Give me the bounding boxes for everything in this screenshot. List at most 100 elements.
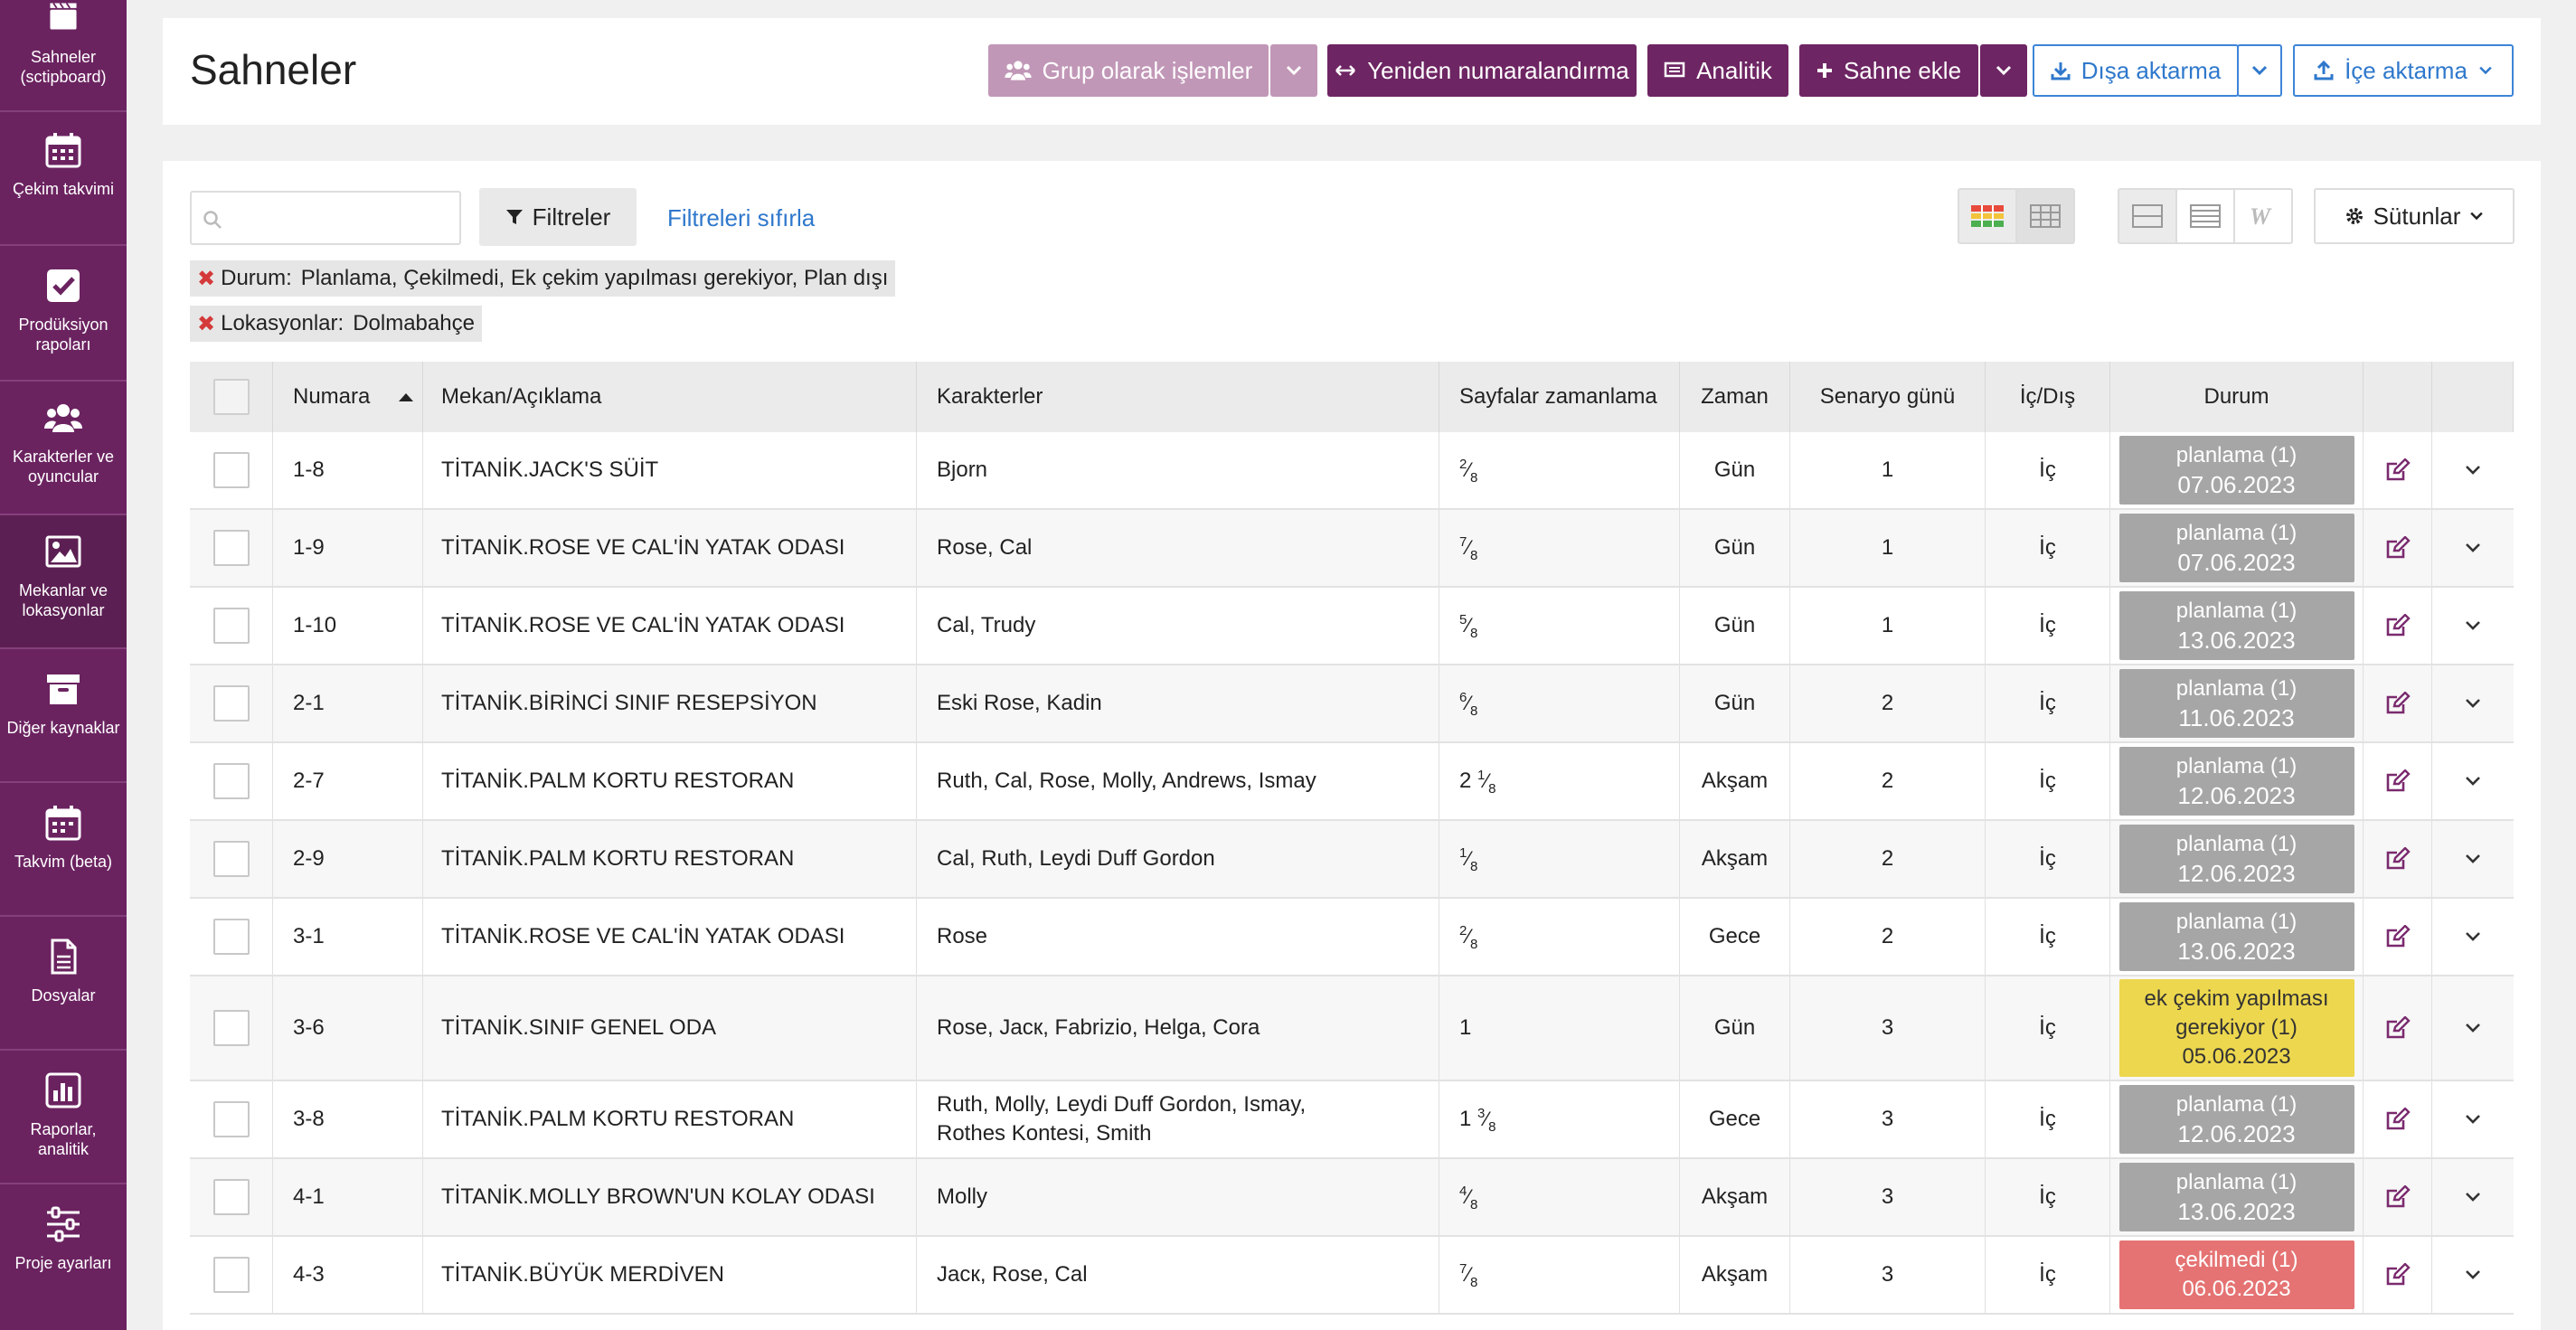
header-time[interactable]: Zaman xyxy=(1680,362,1790,432)
sidebar-item-other-resources[interactable]: Diğer kaynaklar xyxy=(0,649,127,783)
edit-icon[interactable] xyxy=(2385,1108,2411,1131)
scene-location: TİTANİK.PALM KORTU RESTORAN xyxy=(423,1081,917,1157)
edit-icon[interactable] xyxy=(2385,614,2411,637)
chevron-down-icon[interactable] xyxy=(2465,1269,2481,1280)
group-actions-dropdown[interactable] xyxy=(1270,44,1317,97)
row-checkbox[interactable] xyxy=(212,530,250,566)
add-scene-dropdown[interactable] xyxy=(1980,44,2027,97)
status-cell: planlama (1) 11.06.2023 xyxy=(2110,665,2364,741)
sidebar-item-shooting-schedule[interactable]: Çekim takvimi xyxy=(0,112,127,246)
header-number[interactable]: Numara xyxy=(273,362,423,432)
row-checkbox[interactable] xyxy=(212,1179,250,1215)
status-badge[interactable]: planlama (1) 12.06.2023 xyxy=(2118,825,2354,893)
export-dropdown[interactable] xyxy=(2237,44,2282,97)
chevron-down-icon[interactable] xyxy=(2465,854,2481,864)
import-button[interactable]: İçe aktarma xyxy=(2293,44,2514,97)
status-badge[interactable]: planlama (1) 13.06.2023 xyxy=(2118,1163,2354,1231)
chevron-down-icon[interactable] xyxy=(2465,465,2481,476)
header-pages[interactable]: Sayfalar zamanlama xyxy=(1439,362,1680,432)
row-checkbox[interactable] xyxy=(212,1010,250,1046)
table-row[interactable]: 3-8 TİTANİK.PALM KORTU RESTORAN Ruth, Moll… xyxy=(190,1081,2514,1159)
chevron-down-icon[interactable] xyxy=(2465,542,2481,553)
row-checkbox[interactable] xyxy=(212,1101,250,1137)
columns-button[interactable]: Sütunlar xyxy=(2314,188,2515,244)
add-scene-button[interactable]: Sahne ekle xyxy=(1799,44,1978,97)
sidebar-item-project-settings[interactable]: Proje ayarları xyxy=(0,1184,127,1330)
table-row[interactable]: 3-6 TİTANİK.SINIF GENEL ODA Rose, Jacк, Fa… xyxy=(190,976,2514,1081)
header-status[interactable]: Durum xyxy=(2110,362,2364,432)
sidebar-item-calendar-beta[interactable]: Takvim (beta) xyxy=(0,783,127,917)
status-badge[interactable]: planlama (1) 12.06.2023 xyxy=(2118,747,2354,816)
table-row[interactable]: 2-7 TİTANİK.PALM KORTU RESTORAN Ruth, Cal,… xyxy=(190,743,2514,821)
table-view-button[interactable] xyxy=(2015,188,2075,244)
reset-filters-link[interactable]: Filtreleri sıfırla xyxy=(667,204,815,232)
status-badge[interactable]: planlama (1) 13.06.2023 xyxy=(2118,591,2354,660)
edit-icon[interactable] xyxy=(2385,1263,2411,1287)
split-view-button[interactable] xyxy=(2118,188,2177,244)
sidebar-item-characters[interactable]: Karakterler ve oyuncular xyxy=(0,382,127,515)
row-checkbox[interactable] xyxy=(212,763,250,799)
renumber-button[interactable]: Yeniden numaralandırma xyxy=(1327,44,1637,97)
row-checkbox[interactable] xyxy=(212,452,250,488)
page-header: Sahneler Grup olarak işlemler Yeniden nu… xyxy=(163,18,2541,125)
row-checkbox[interactable] xyxy=(212,841,250,877)
table-row[interactable]: 1-8 TİTANİK.JACK'S SÜİT Bjorn 2⁄8 Gün 1 İç plan… xyxy=(190,432,2514,510)
chevron-down-icon[interactable] xyxy=(2465,1114,2481,1125)
edit-icon[interactable] xyxy=(2385,692,2411,715)
row-checkbox[interactable] xyxy=(212,685,250,722)
image-icon xyxy=(45,535,81,568)
status-badge[interactable]: çekilmedi (1) 06.06.2023 xyxy=(2118,1240,2354,1309)
select-all-checkbox[interactable] xyxy=(212,379,250,415)
status-badge[interactable]: planlama (1) 07.06.2023 xyxy=(2118,514,2354,582)
edit-icon[interactable] xyxy=(2385,458,2411,482)
sidebar-item-label: Diğer kaynaklar xyxy=(6,719,120,737)
header-location[interactable]: Mekan/Açıklama xyxy=(423,362,917,432)
edit-icon[interactable] xyxy=(2385,847,2411,871)
header-script-day[interactable]: Senaryo günü xyxy=(1790,362,1986,432)
sidebar-item-files[interactable]: Dosyalar xyxy=(0,917,127,1051)
table-row[interactable]: 2-1 TİTANİK.BİRİNCİ SINIF RESEPSİYON Eski … xyxy=(190,665,2514,743)
list-view-button[interactable] xyxy=(2175,188,2235,244)
search-input[interactable] xyxy=(190,191,461,245)
status-badge[interactable]: planlama (1) 11.06.2023 xyxy=(2118,669,2354,738)
status-label: planlama (1) xyxy=(2175,676,2298,701)
chevron-down-icon[interactable] xyxy=(2465,1192,2481,1203)
export-button[interactable]: Dışa aktarma xyxy=(2033,44,2239,97)
sidebar-item-reports[interactable]: Raporlar, analitik xyxy=(0,1051,127,1184)
status-badge[interactable]: planlama (1) 12.06.2023 xyxy=(2118,1085,2354,1154)
row-checkbox[interactable] xyxy=(212,1257,250,1293)
edit-icon[interactable] xyxy=(2385,1016,2411,1040)
header-int-ext[interactable]: İç/Dış xyxy=(1986,362,2110,432)
table-row[interactable]: 1-9 TİTANİK.ROSE VE CAL'İN YATAK ODASI Ros… xyxy=(190,510,2514,588)
table-row[interactable]: 1-10 TİTANİK.ROSE VE CAL'İN YATAK ODASI Ca… xyxy=(190,588,2514,665)
edit-icon[interactable] xyxy=(2385,1185,2411,1209)
sidebar-item-production-reports[interactable]: Prodüksiyon rapoları xyxy=(0,246,127,382)
color-view-button[interactable] xyxy=(1958,188,2017,244)
table-row[interactable]: 4-1 TİTANİK.MOLLY BROWN'UN KOLAY ODASI Mol… xyxy=(190,1159,2514,1237)
word-wrap-button[interactable]: W xyxy=(2233,188,2293,244)
remove-filter-icon[interactable]: ✖ xyxy=(197,266,215,292)
table-row[interactable]: 3-1 TİTANİK.ROSE VE CAL'İN YATAK ODASI Ros… xyxy=(190,899,2514,976)
remove-filter-icon[interactable]: ✖ xyxy=(197,311,215,337)
sidebar-item-locations[interactable]: Mekanlar ve lokasyonlar xyxy=(0,515,127,649)
chevron-down-icon[interactable] xyxy=(2465,931,2481,942)
row-checkbox[interactable] xyxy=(212,919,250,955)
header-characters[interactable]: Karakterler xyxy=(917,362,1439,432)
edit-icon[interactable] xyxy=(2385,536,2411,560)
group-actions-button[interactable]: Grup olarak işlemler xyxy=(988,44,1269,97)
status-badge[interactable]: planlama (1) 07.06.2023 xyxy=(2118,436,2354,505)
chevron-down-icon[interactable] xyxy=(2465,776,2481,787)
chevron-down-icon[interactable] xyxy=(2465,620,2481,631)
status-badge[interactable]: ek çekim yapılması gerekiyor (1) 05.06.20… xyxy=(2118,979,2354,1077)
chevron-down-icon[interactable] xyxy=(2465,1023,2481,1033)
table-row[interactable]: 4-3 TİTANİK.BÜYÜK MERDİVEN Jacк, Rose, Cal… xyxy=(190,1237,2514,1315)
filters-button[interactable]: Filtreler xyxy=(479,188,637,246)
table-row[interactable]: 2-9 TİTANİK.PALM KORTU RESTORAN Cal, Ruth,… xyxy=(190,821,2514,899)
edit-icon[interactable] xyxy=(2385,925,2411,948)
sidebar-item-scenes[interactable]: Sahneler (sctipboard) xyxy=(0,0,127,112)
chevron-down-icon[interactable] xyxy=(2465,698,2481,709)
row-checkbox[interactable] xyxy=(212,608,250,644)
status-badge[interactable]: planlama (1) 13.06.2023 xyxy=(2118,902,2354,971)
analytics-button[interactable]: Analitik xyxy=(1647,44,1788,97)
edit-icon[interactable] xyxy=(2385,769,2411,793)
